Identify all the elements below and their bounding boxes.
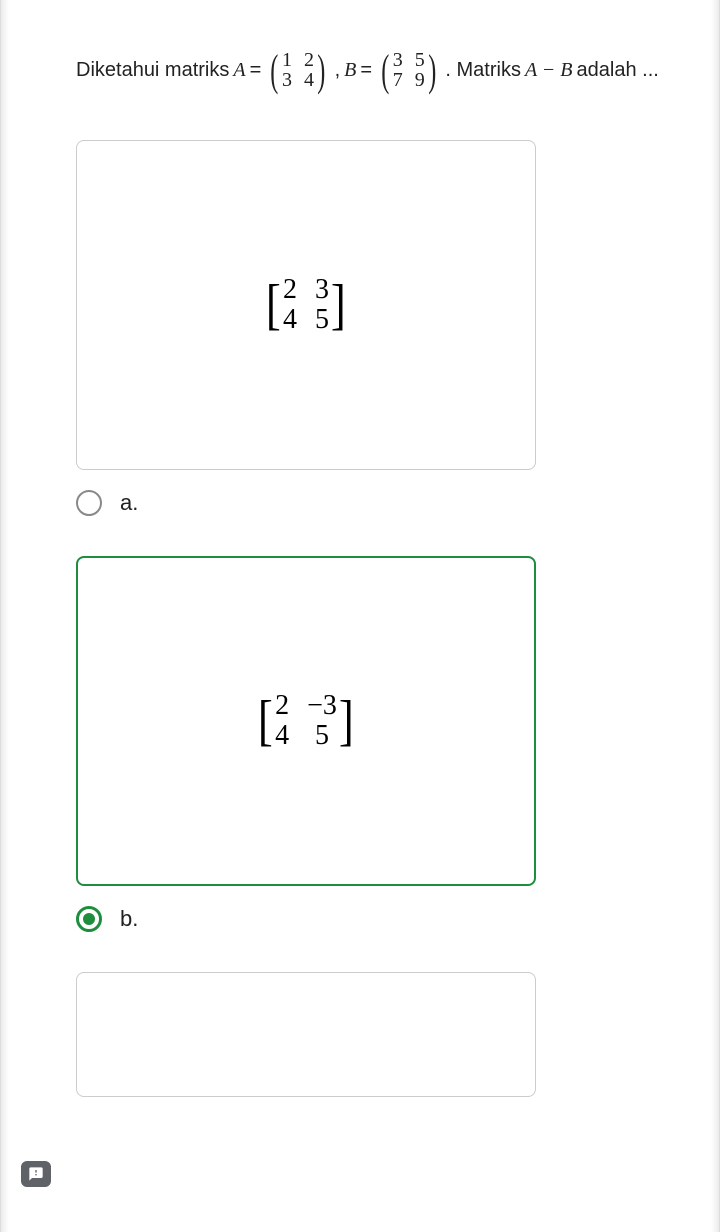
matB-00: 3 [393, 50, 403, 70]
radio-b-inner [83, 913, 95, 925]
matA-01: 2 [304, 50, 314, 70]
paren-left: ( [271, 54, 279, 87]
optA-01: 3 [315, 276, 329, 304]
bracket-left: [ [266, 284, 281, 326]
content-area: Diketahui matriks A = ( 1 2 3 4 ) , B = … [1, 0, 719, 1097]
matrix-A-cells: 1 2 3 4 [282, 50, 314, 90]
matA-10: 3 [282, 70, 292, 90]
radio-b[interactable] [76, 906, 102, 932]
paren-left: ( [381, 54, 389, 87]
bracket-right: ] [331, 284, 346, 326]
feedback-button[interactable] [21, 1161, 51, 1187]
matB-01: 5 [415, 50, 425, 70]
matrix-A: ( 1 2 3 4 ) [267, 50, 328, 90]
optA-10: 4 [283, 306, 297, 334]
label-a: a. [120, 490, 138, 516]
matB-11: 9 [415, 70, 425, 90]
option-a-matrix: [ 2 3 4 5 ] [264, 276, 347, 334]
quiz-page: Diketahui matriks A = ( 1 2 3 4 ) , B = … [0, 0, 720, 1232]
matA-00: 1 [282, 50, 292, 70]
option-b-cells: 2 −3 4 5 [275, 692, 337, 750]
question-suffix: . Matriks [445, 56, 521, 84]
question-text: Diketahui matriks A = ( 1 2 3 4 ) , B = … [76, 50, 674, 90]
matA-11: 4 [304, 70, 314, 90]
option-b-box[interactable]: [ 2 −3 4 5 ] [76, 556, 536, 886]
option-a-cells: 2 3 4 5 [283, 276, 329, 334]
option-b-radio-row[interactable]: b. [76, 906, 674, 932]
option-b-matrix: [ 2 −3 4 5 ] [256, 692, 355, 750]
var-B: B [344, 56, 356, 84]
eq1: = [250, 56, 262, 84]
option-c-box-partial[interactable] [76, 972, 536, 1097]
optA-00: 2 [283, 276, 297, 304]
var-A: A [233, 56, 245, 84]
expr: A − B [525, 56, 573, 84]
optB-00: 2 [275, 692, 289, 720]
question-prefix: Diketahui matriks [76, 56, 229, 84]
question-tail: adalah ... [577, 56, 659, 84]
optA-11: 5 [315, 306, 329, 334]
feedback-icon [28, 1166, 44, 1182]
bracket-right: ] [339, 700, 354, 742]
comma: , [335, 56, 341, 84]
matB-10: 7 [393, 70, 403, 90]
paren-right: ) [317, 54, 325, 87]
option-a-box[interactable]: [ 2 3 4 5 ] [76, 140, 536, 470]
paren-right: ) [428, 54, 436, 87]
option-a-radio-row[interactable]: a. [76, 490, 674, 516]
radio-a[interactable] [76, 490, 102, 516]
optB-01: −3 [307, 692, 337, 720]
optB-10: 4 [275, 722, 289, 750]
label-b: b. [120, 906, 138, 932]
eq2: = [360, 56, 372, 84]
matrix-B-cells: 3 5 7 9 [393, 50, 425, 90]
matrix-B: ( 3 5 7 9 ) [378, 50, 439, 90]
bracket-left: [ [258, 700, 273, 742]
optB-11: 5 [307, 722, 337, 750]
